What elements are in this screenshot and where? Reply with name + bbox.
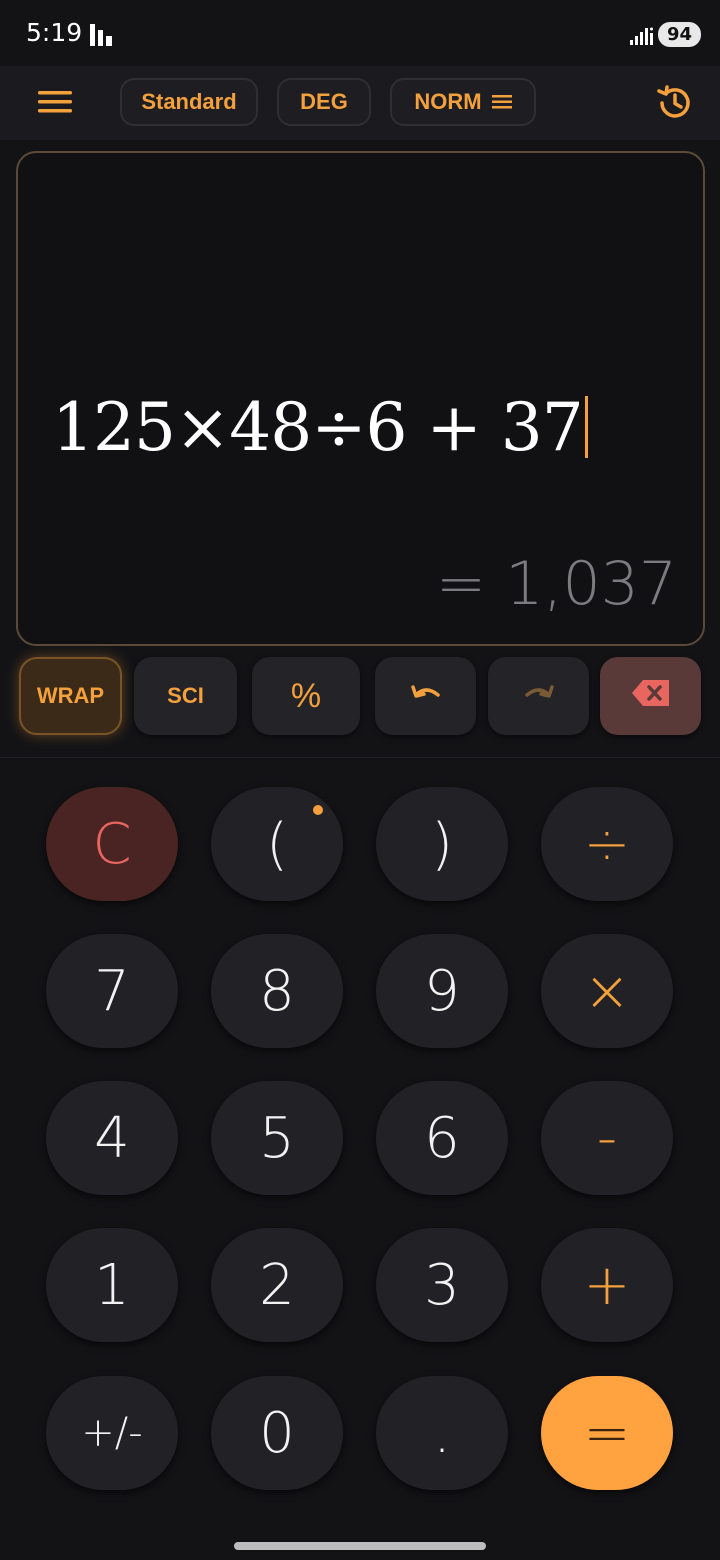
six-key[interactable]: 6 bbox=[376, 1081, 508, 1195]
undo-button[interactable] bbox=[375, 657, 476, 735]
percent-button[interactable]: % bbox=[252, 657, 360, 735]
keypad-divider bbox=[0, 757, 720, 758]
sci-button[interactable]: SCI bbox=[134, 657, 237, 735]
seven-label: 7 bbox=[94, 958, 130, 1024]
app-notification-icon bbox=[90, 24, 114, 51]
wrap-button[interactable]: WRAP bbox=[19, 657, 122, 735]
minus-label: - bbox=[596, 1105, 618, 1171]
close-paren-key[interactable]: ) bbox=[376, 787, 508, 901]
minus-key[interactable]: - bbox=[541, 1081, 673, 1195]
text-caret bbox=[584, 396, 588, 458]
plus-label: + bbox=[583, 1252, 631, 1318]
backspace-button[interactable] bbox=[600, 657, 701, 735]
notation-label: NORM bbox=[414, 89, 482, 114]
five-label: 5 bbox=[259, 1105, 295, 1171]
one-label: 1 bbox=[94, 1252, 130, 1318]
result-preview: = 1,037 bbox=[435, 549, 677, 619]
equals-key[interactable]: = bbox=[541, 1376, 673, 1490]
battery-indicator: 94 bbox=[658, 22, 701, 47]
backspace-icon bbox=[631, 679, 671, 713]
redo-button[interactable] bbox=[488, 657, 589, 735]
sign-toggle-label: +/- bbox=[81, 1410, 143, 1456]
plus-key[interactable]: + bbox=[541, 1228, 673, 1342]
multiply-key[interactable]: × bbox=[541, 934, 673, 1048]
expression-line[interactable]: 125×48÷6 + 37 bbox=[52, 389, 588, 466]
angle-unit-chip[interactable]: DEG bbox=[277, 78, 371, 126]
open-paren-key[interactable]: ( bbox=[211, 787, 343, 901]
home-indicator[interactable] bbox=[234, 1542, 486, 1550]
divide-label: ÷ bbox=[583, 811, 631, 877]
status-time: 5:19 bbox=[26, 18, 83, 47]
nine-key[interactable]: 9 bbox=[376, 934, 508, 1048]
equals-label: = bbox=[583, 1400, 631, 1466]
eight-key[interactable]: 8 bbox=[211, 934, 343, 1048]
close-paren-label: ) bbox=[431, 811, 453, 877]
decimal-key[interactable]: . bbox=[376, 1376, 508, 1490]
notation-menu-icon bbox=[491, 89, 512, 115]
toolbar: Standard DEG NORM bbox=[0, 66, 720, 140]
multiply-label: × bbox=[583, 958, 631, 1024]
eight-label: 8 bbox=[259, 958, 295, 1024]
expression-text: 125×48÷6 + 37 bbox=[52, 389, 584, 466]
hamburger-menu-icon[interactable] bbox=[38, 89, 72, 120]
one-key[interactable]: 1 bbox=[46, 1228, 178, 1342]
decimal-label: . bbox=[433, 1400, 451, 1466]
three-key[interactable]: 3 bbox=[376, 1228, 508, 1342]
mode-label: Standard bbox=[141, 89, 237, 114]
sci-label: SCI bbox=[167, 683, 204, 708]
wrap-label: WRAP bbox=[36, 683, 105, 708]
status-bar: 5:19 94 bbox=[0, 0, 720, 66]
nine-label: 9 bbox=[424, 958, 460, 1024]
history-icon[interactable] bbox=[656, 85, 694, 126]
two-label: 2 bbox=[259, 1252, 295, 1318]
percent-label: % bbox=[290, 676, 322, 715]
four-key[interactable]: 4 bbox=[46, 1081, 178, 1195]
zero-key[interactable]: 0 bbox=[211, 1376, 343, 1490]
sign-toggle-key[interactable]: +/- bbox=[46, 1376, 178, 1490]
six-label: 6 bbox=[424, 1105, 460, 1171]
three-label: 3 bbox=[424, 1252, 460, 1318]
clear-label: C bbox=[92, 811, 132, 877]
open-paren-label: ( bbox=[266, 811, 288, 877]
two-key[interactable]: 2 bbox=[211, 1228, 343, 1342]
notation-chip[interactable]: NORM bbox=[390, 78, 536, 126]
mode-chip[interactable]: Standard bbox=[120, 78, 258, 126]
divide-key[interactable]: ÷ bbox=[541, 787, 673, 901]
clear-key[interactable]: C bbox=[46, 787, 178, 901]
undo-icon bbox=[410, 683, 442, 709]
angle-unit-label: DEG bbox=[300, 89, 348, 114]
five-key[interactable]: 5 bbox=[211, 1081, 343, 1195]
calculator-display[interactable]: 125×48÷6 + 37 = 1,037 bbox=[16, 151, 705, 646]
four-label: 4 bbox=[94, 1105, 130, 1171]
redo-icon bbox=[523, 683, 555, 709]
signal-icon bbox=[630, 26, 654, 51]
paren-indicator-dot bbox=[313, 805, 323, 815]
zero-label: 0 bbox=[259, 1400, 295, 1466]
seven-key[interactable]: 7 bbox=[46, 934, 178, 1048]
